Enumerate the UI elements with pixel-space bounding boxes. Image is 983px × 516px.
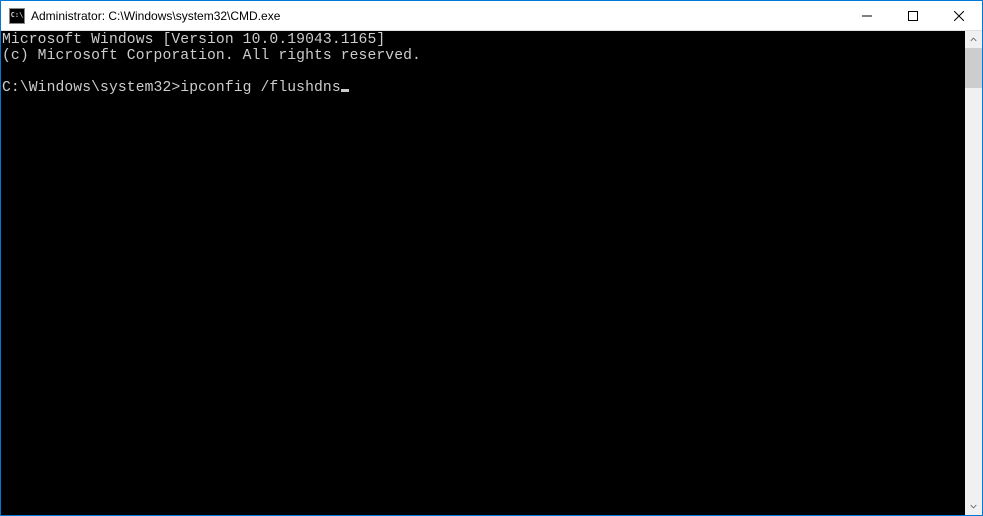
cmd-icon: C:\ <box>9 8 25 24</box>
cmd-window: C:\ Administrator: C:\Windows\system32\C… <box>0 0 983 516</box>
scroll-thumb[interactable] <box>965 48 982 88</box>
terminal-output[interactable]: Microsoft Windows [Version 10.0.19043.11… <box>1 31 965 515</box>
close-icon <box>954 11 964 21</box>
terminal-command: ipconfig /flushdns <box>180 80 340 96</box>
terminal-line: (c) Microsoft Corporation. All rights re… <box>2 48 421 64</box>
window-title: Administrator: C:\Windows\system32\CMD.e… <box>31 9 844 23</box>
maximize-icon <box>908 11 918 21</box>
scroll-up-button[interactable] <box>965 31 982 48</box>
maximize-button[interactable] <box>890 1 936 30</box>
minimize-icon <box>862 11 872 21</box>
vertical-scrollbar[interactable] <box>965 31 982 515</box>
chevron-down-icon <box>970 503 977 510</box>
content-area: Microsoft Windows [Version 10.0.19043.11… <box>1 31 982 515</box>
text-cursor <box>341 89 349 92</box>
window-controls <box>844 1 982 30</box>
cmd-icon-label: C:\ <box>11 12 24 19</box>
minimize-button[interactable] <box>844 1 890 30</box>
close-button[interactable] <box>936 1 982 30</box>
chevron-up-icon <box>970 36 977 43</box>
titlebar[interactable]: C:\ Administrator: C:\Windows\system32\C… <box>1 1 982 31</box>
terminal-prompt: C:\Windows\system32> <box>2 80 180 96</box>
scroll-track[interactable] <box>965 48 982 498</box>
scroll-down-button[interactable] <box>965 498 982 515</box>
terminal-line: Microsoft Windows [Version 10.0.19043.11… <box>2 32 385 48</box>
